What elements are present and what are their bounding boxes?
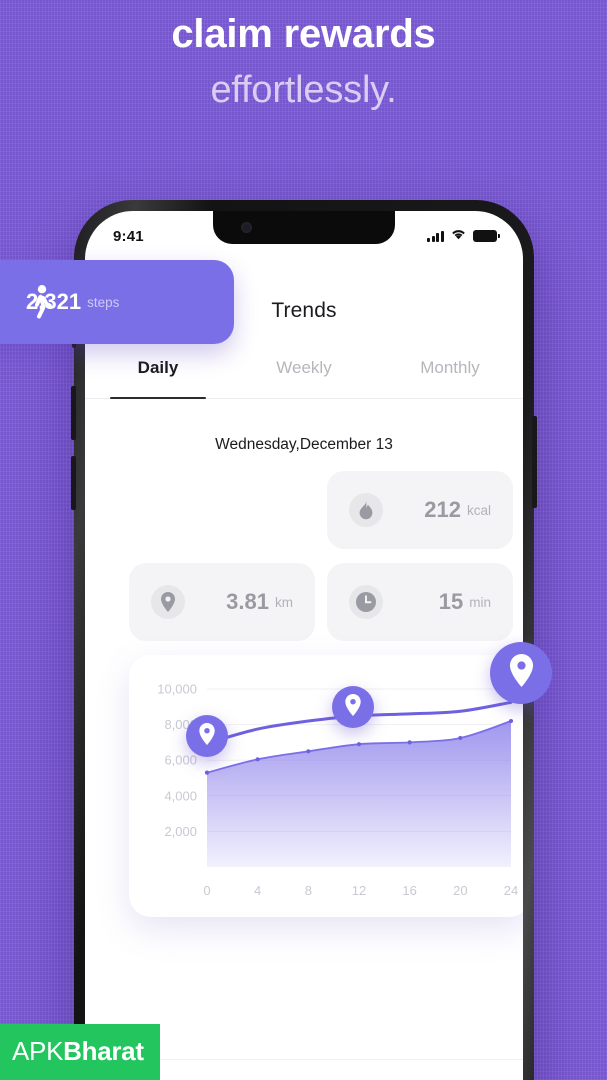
battery-icon (473, 230, 500, 242)
svg-text:0: 0 (203, 883, 210, 898)
power-button[interactable] (532, 416, 537, 508)
walking-person-icon (28, 285, 54, 319)
selected-date: Wednesday,December 13 (215, 436, 393, 453)
stat-value-time: 15 (438, 589, 464, 614)
flame-icon (349, 493, 383, 527)
steps-area-chart: 2,0004,0006,0008,00010,0000 4 8 12 16 20 24 (157, 682, 518, 899)
promo-screenshot: claim rewards effortlessly. 9:41 Trends … (0, 0, 607, 1080)
chart-marker-2[interactable] (332, 686, 374, 728)
watermark-text-bold: Bharat (63, 1036, 144, 1066)
location-pin-icon (508, 654, 535, 692)
svg-text:24: 24 (504, 883, 518, 898)
notch (213, 211, 395, 244)
location-pin-icon (151, 585, 185, 619)
tab-daily[interactable]: Daily (85, 356, 231, 400)
clock-icon (349, 585, 383, 619)
front-camera-icon (241, 222, 252, 233)
stat-card-kcal[interactable]: 212 kcal (327, 471, 513, 549)
svg-text:6,000: 6,000 (164, 753, 197, 768)
svg-text:8: 8 (305, 883, 312, 898)
svg-text:16: 16 (402, 883, 416, 898)
location-pin-icon (198, 722, 216, 750)
stat-card-distance[interactable]: 3.81 km (129, 563, 315, 641)
svg-text:12: 12 (352, 883, 366, 898)
stat-card-steps[interactable]: 2,321 steps (0, 260, 234, 344)
stat-card-time[interactable]: 15 min (327, 563, 513, 641)
svg-text:10,000: 10,000 (157, 682, 197, 697)
wifi-icon (450, 227, 467, 245)
watermark-text-regular: APK (12, 1036, 64, 1066)
chart-marker-1[interactable] (186, 715, 228, 757)
status-time: 9:41 (113, 227, 144, 245)
stat-unit-distance: km (275, 594, 293, 610)
stat-unit-kcal: kcal (466, 502, 491, 518)
stat-value-distance: 3.81 (226, 589, 269, 614)
stat-unit-time: min (469, 594, 491, 610)
headline-line-1: claim rewards (171, 12, 436, 56)
location-pin-icon (344, 693, 362, 721)
steps-chart-card: 2,000 4,000 6,000 8,000 10,000 0 4 8 12 16 20 24 (129, 655, 523, 917)
watermark: APKBharat (0, 1024, 160, 1080)
cellular-signal-icon (427, 230, 444, 242)
stat-unit-steps: steps (87, 294, 120, 310)
svg-text:4: 4 (254, 883, 261, 898)
chart-marker-3[interactable] (490, 642, 552, 704)
tab-daily-label: Daily (137, 358, 179, 377)
headline-line-2: effortlessly. (210, 69, 397, 111)
svg-text:2,000: 2,000 (164, 824, 197, 839)
tab-weekly-label: Weekly (276, 358, 332, 377)
period-tabs: Daily Weekly Monthly (85, 356, 523, 400)
tab-weekly[interactable]: Weekly (231, 356, 377, 398)
svg-text:20: 20 (453, 883, 467, 898)
promo-headline: claim rewards effortlessly. (0, 6, 607, 118)
svg-text:4,000: 4,000 (164, 788, 197, 803)
tab-monthly-label: Monthly (420, 358, 480, 377)
volume-up-button[interactable] (71, 386, 76, 440)
tab-monthly[interactable]: Monthly (377, 356, 523, 398)
volume-down-button[interactable] (71, 456, 76, 510)
stat-value-kcal: 212 (424, 497, 461, 522)
